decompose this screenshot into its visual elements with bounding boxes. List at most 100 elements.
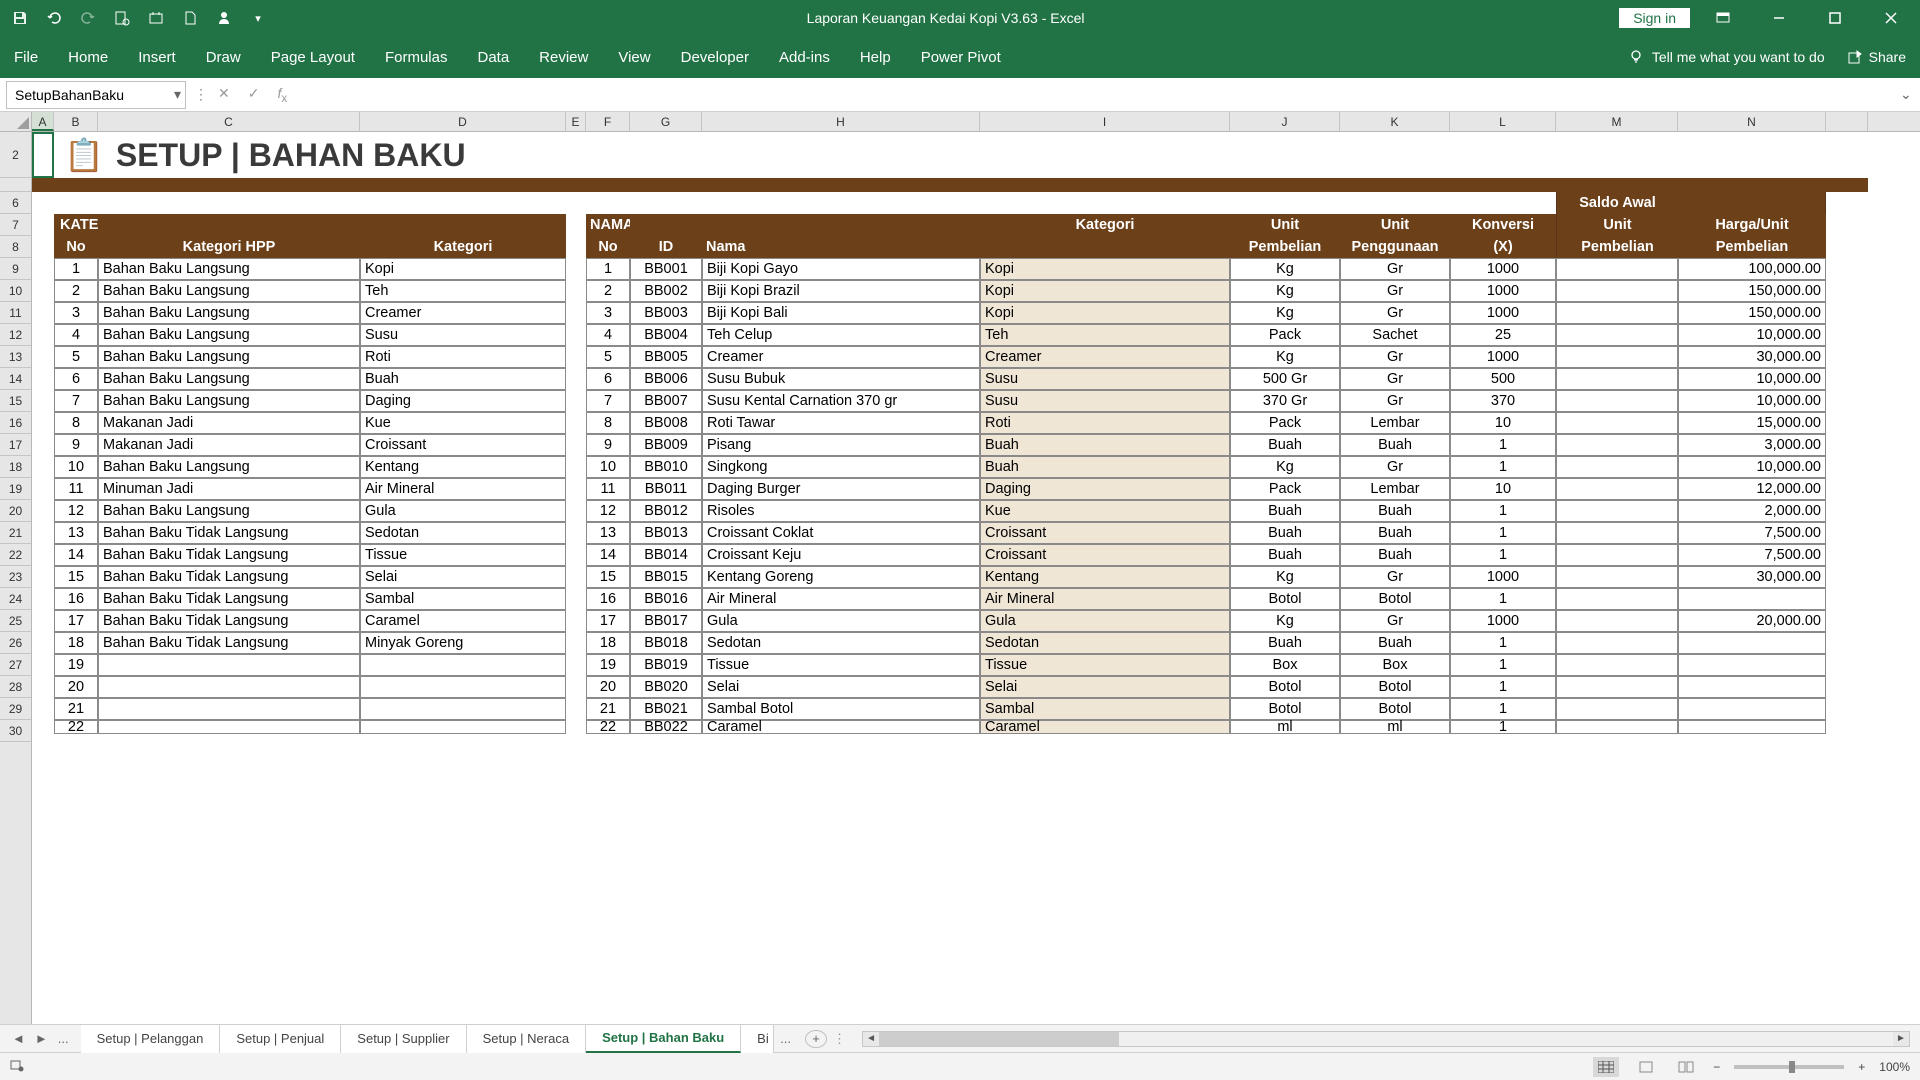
row-header[interactable]: 18 [0, 456, 31, 478]
row-header[interactable]: 11 [0, 302, 31, 324]
qat-icon-3[interactable] [180, 8, 200, 28]
col-header-H[interactable]: H [702, 112, 980, 131]
row-header[interactable]: 27 [0, 654, 31, 676]
worksheet-grid[interactable]: 2678910111213141516171819202122232425262… [0, 112, 1920, 1024]
ribbon-tab-power-pivot[interactable]: Power Pivot [921, 49, 1001, 66]
row-header[interactable]: 12 [0, 324, 31, 346]
tab-split[interactable]: ⋮ [827, 1031, 852, 1047]
row-header[interactable]: 30 [0, 720, 31, 742]
row-header[interactable]: 21 [0, 522, 31, 544]
ribbon-tab-developer[interactable]: Developer [681, 49, 749, 66]
page-break-view-button[interactable] [1673, 1057, 1699, 1077]
signin-button[interactable]: Sign in [1619, 8, 1690, 28]
col-header-N[interactable]: N [1678, 112, 1826, 131]
ribbon-tab-help[interactable]: Help [860, 49, 891, 66]
col-header-E[interactable]: E [566, 112, 586, 131]
ribbon-tab-data[interactable]: Data [477, 49, 509, 66]
enter-icon[interactable]: ✓ [248, 85, 260, 105]
worksheet-tab[interactable]: Setup | Pelanggan [81, 1025, 221, 1053]
select-all-triangle[interactable] [0, 112, 31, 132]
col-header-M[interactable]: M [1556, 112, 1678, 131]
tab-ellipsis[interactable]: ... [58, 1031, 69, 1046]
row-header[interactable]: 16 [0, 412, 31, 434]
col-header-A[interactable]: A [32, 112, 54, 131]
row-header[interactable]: 8 [0, 236, 31, 258]
ribbon-tab-add-ins[interactable]: Add-ins [779, 49, 830, 66]
col-header-C[interactable]: C [98, 112, 360, 131]
row-header[interactable]: 2 [0, 132, 31, 178]
col-header-D[interactable]: D [360, 112, 566, 131]
qat-customize-icon[interactable]: ▾ [248, 8, 268, 28]
row-header[interactable]: 24 [0, 588, 31, 610]
formula-expand-icon[interactable]: ⌄ [1900, 86, 1920, 103]
name-box[interactable]: SetupBahanBaku ▾ [6, 81, 186, 109]
col-header-J[interactable]: J [1230, 112, 1340, 131]
maximize-button[interactable] [1812, 0, 1858, 36]
row-header[interactable]: 13 [0, 346, 31, 368]
horizontal-scrollbar[interactable]: ◄ ► [862, 1031, 1910, 1047]
scroll-thumb[interactable] [879, 1032, 1119, 1046]
tab-scroll-left-icon[interactable]: ◄ [12, 1031, 25, 1046]
col-header-F[interactable]: F [586, 112, 630, 131]
row-header[interactable]: 26 [0, 632, 31, 654]
ribbon-tab-view[interactable]: View [618, 49, 650, 66]
formula-input[interactable] [287, 81, 1900, 109]
col-header-L[interactable]: L [1450, 112, 1556, 131]
zoom-in-button[interactable]: + [1858, 1060, 1865, 1074]
row-header[interactable]: 14 [0, 368, 31, 390]
ribbon-tab-page-layout[interactable]: Page Layout [271, 49, 355, 66]
zoom-out-button[interactable]: − [1713, 1060, 1720, 1074]
row-header[interactable]: 9 [0, 258, 31, 280]
normal-view-button[interactable] [1593, 1057, 1619, 1077]
cancel-icon[interactable]: ✕ [218, 85, 230, 105]
qat-icon-4[interactable] [214, 8, 234, 28]
worksheet-tab[interactable]: Setup | Penjual [220, 1025, 341, 1053]
zoom-level[interactable]: 100% [1879, 1060, 1910, 1074]
row-header[interactable]: 17 [0, 434, 31, 456]
col-header-I[interactable]: I [980, 112, 1230, 131]
share-button[interactable]: Share [1847, 49, 1906, 65]
name-box-dropdown-icon[interactable]: ▾ [174, 86, 181, 103]
new-sheet-button[interactable]: + [805, 1030, 827, 1048]
tab-overflow[interactable]: ... [774, 1031, 797, 1046]
ribbon-display-icon[interactable] [1700, 0, 1746, 36]
ribbon-tab-insert[interactable]: Insert [138, 49, 176, 66]
save-icon[interactable] [10, 8, 30, 28]
row-header[interactable]: 29 [0, 698, 31, 720]
minimize-button[interactable] [1756, 0, 1802, 36]
worksheet-tab[interactable]: Setup | Neraca [467, 1025, 586, 1053]
macro-record-icon[interactable] [10, 1061, 24, 1075]
row-header[interactable]: 15 [0, 390, 31, 412]
row-header[interactable]: 28 [0, 676, 31, 698]
worksheet-tab[interactable]: Bi [741, 1025, 774, 1053]
worksheet-tab[interactable]: Setup | Supplier [341, 1025, 466, 1053]
undo-icon[interactable] [44, 8, 64, 28]
ribbon-tab-home[interactable]: Home [68, 49, 108, 66]
zoom-slider[interactable] [1734, 1065, 1844, 1069]
row-header[interactable] [0, 178, 31, 192]
row-header[interactable]: 7 [0, 214, 31, 236]
page-layout-view-button[interactable] [1633, 1057, 1659, 1077]
row-header[interactable]: 6 [0, 192, 31, 214]
ribbon-tab-review[interactable]: Review [539, 49, 588, 66]
ribbon-tab-formulas[interactable]: Formulas [385, 49, 448, 66]
redo-icon[interactable] [78, 8, 98, 28]
scroll-right-icon[interactable]: ► [1893, 1032, 1909, 1046]
close-button[interactable] [1868, 0, 1914, 36]
row-header[interactable]: 10 [0, 280, 31, 302]
row-header[interactable]: 25 [0, 610, 31, 632]
qat-icon-1[interactable] [112, 8, 132, 28]
row-header[interactable]: 23 [0, 566, 31, 588]
tab-scroll-right-icon[interactable]: ► [35, 1031, 48, 1046]
worksheet-tab[interactable]: Setup | Bahan Baku [586, 1025, 741, 1053]
ribbon-tab-draw[interactable]: Draw [206, 49, 241, 66]
qat-icon-2[interactable] [146, 8, 166, 28]
scroll-left-icon[interactable]: ◄ [863, 1032, 879, 1046]
col-header-G[interactable]: G [630, 112, 702, 131]
row-header[interactable]: 22 [0, 544, 31, 566]
col-header-B[interactable]: B [54, 112, 98, 131]
row-header[interactable]: 19 [0, 478, 31, 500]
fx-icon[interactable]: fx [277, 85, 287, 105]
row-header[interactable]: 20 [0, 500, 31, 522]
col-header-K[interactable]: K [1340, 112, 1450, 131]
